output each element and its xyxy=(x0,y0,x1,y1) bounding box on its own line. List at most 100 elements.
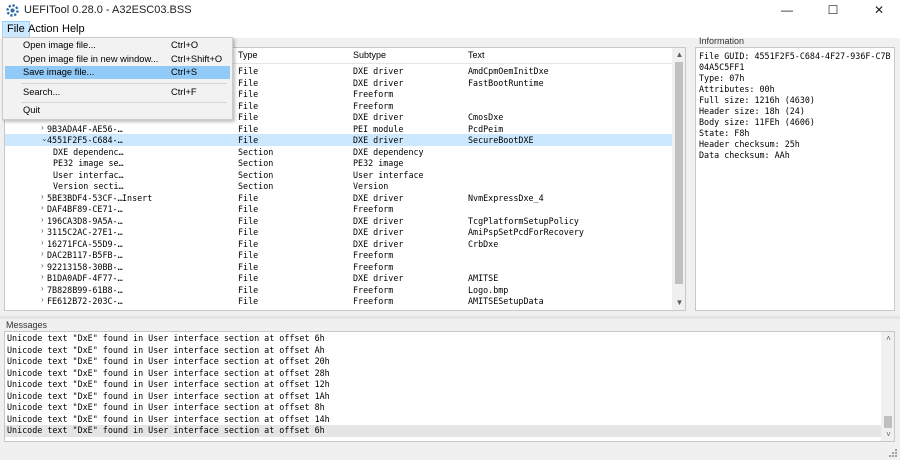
maximize-button[interactable]: ☐ xyxy=(810,0,856,21)
status-bar xyxy=(0,446,900,460)
tree-scroll-thumb[interactable] xyxy=(675,62,683,284)
message-row[interactable]: Unicode text "DxE" found in User interfa… xyxy=(5,356,882,368)
tree-expander-icon[interactable]: › xyxy=(41,272,44,281)
message-row[interactable]: Unicode text "DxE" found in User interfa… xyxy=(5,379,882,391)
message-row[interactable]: Unicode text "DxE" found in User interfa… xyxy=(5,368,882,380)
tree-cell-type: File xyxy=(238,296,259,306)
message-row[interactable]: Unicode text "DxE" found in User interfa… xyxy=(5,345,882,357)
information-text: File GUID: 4551F2F5-C684-4F27-936F-C7B04… xyxy=(699,51,891,160)
tree-cell-name: Version secti… xyxy=(53,181,124,191)
tree-cell-type: File xyxy=(238,284,259,295)
tree-row[interactable]: › 9B3ADA4F-AE56-… File PEI module PcdPeim xyxy=(5,123,673,135)
tree-row[interactable]: › 196CA3D8-9A5A-… File DXE driver TcgPlatfor… xyxy=(5,215,673,227)
tree-cell-subtype: PE32 image xyxy=(353,158,404,168)
tree-row[interactable]: › 7B828B99-61B8-… File Freeform Logo.bmp xyxy=(5,284,673,296)
tree-cell-subtype: DXE driver xyxy=(353,192,404,203)
menu-separator xyxy=(21,83,227,84)
panel-splitter[interactable] xyxy=(0,316,900,319)
messages-scroll-thumb[interactable] xyxy=(884,416,892,428)
tree-cell-subtype: Freeform xyxy=(353,204,394,214)
close-button[interactable]: ✕ xyxy=(856,0,900,21)
menu-item-open-image[interactable]: Open image file... Ctrl+O xyxy=(5,39,230,52)
tree-expander-icon[interactable]: › xyxy=(41,238,44,247)
tree-cell-subtype: Version xyxy=(353,181,389,191)
scroll-down-icon[interactable]: ˅ xyxy=(881,428,894,441)
tree-row[interactable]: › DAC2B117-B5FB-… File Freeform xyxy=(5,249,673,261)
messages-list[interactable]: Unicode text "DxE" found in User interfa… xyxy=(4,331,895,442)
scroll-up-icon[interactable]: ˄ xyxy=(881,332,894,345)
tree-cell-name: 3115C2AC-27E1-… xyxy=(47,227,123,237)
tree-scrollbar[interactable]: ▲ ▼ xyxy=(672,48,685,310)
scroll-up-icon[interactable]: ▲ xyxy=(672,48,685,61)
menu-item-quit[interactable]: Quit xyxy=(5,104,230,117)
menu-item-label: Save image file... xyxy=(23,67,95,77)
tree-cell-name: DXE dependenc… xyxy=(53,146,124,157)
minimize-button[interactable]: — xyxy=(764,0,810,21)
column-header-text[interactable]: Text xyxy=(468,50,485,60)
resize-grip-icon[interactable] xyxy=(888,448,898,458)
tree-cell-name: 4551F2F5-C684-… xyxy=(47,135,123,145)
message-row[interactable]: Unicode text "DxE" found in User interfa… xyxy=(5,414,882,426)
tree-row[interactable]: PE32 image se… Section PE32 image xyxy=(5,157,673,169)
menu-item-shortcut: Ctrl+S xyxy=(171,67,198,77)
tree-expander-icon[interactable]: › xyxy=(41,261,44,270)
tree-cell-name: FE612B72-203C-… xyxy=(47,296,123,306)
tree-cell-type: File xyxy=(238,123,259,134)
tree-row[interactable]: › B1DA0ADF-4F77-… File DXE driver AMITSE xyxy=(5,272,673,284)
message-row[interactable]: Unicode text "DxE" found in User interfa… xyxy=(5,425,882,437)
tree-cell-type: File xyxy=(238,66,259,76)
menu-item-shortcut: Ctrl+Shift+O xyxy=(171,54,223,64)
tree-expander-icon[interactable]: › xyxy=(41,295,44,304)
tree-cell-subtype: DXE driver xyxy=(353,77,404,88)
tree-cell-text: AmdCpmOemInitDxe xyxy=(468,66,549,76)
tree-cell-action: Insert xyxy=(122,192,153,203)
tree-cell-subtype: Freeform xyxy=(353,296,394,306)
tree-row[interactable]: › DAF4BF89-CE71-… File Freeform xyxy=(5,203,673,215)
tree-cell-name: 16271FCA-55D9-… xyxy=(47,238,123,249)
tree-cell-type: File xyxy=(238,261,259,272)
menu-bar: File Action Help xyxy=(0,21,900,38)
tree-cell-type: File xyxy=(238,135,259,145)
menu-item-search[interactable]: Search... Ctrl+F xyxy=(5,86,230,99)
menu-help[interactable]: Help xyxy=(58,21,89,38)
messages-scrollbar[interactable]: ˄ ˅ xyxy=(881,332,894,441)
tree-cell-type: Section xyxy=(238,146,274,157)
tree-cell-name: B1DA0ADF-4F77-… xyxy=(47,273,123,283)
tree-row[interactable]: ⌄ 4551F2F5-C684-… File DXE driver SecureBoot… xyxy=(5,134,673,146)
menu-item-shortcut: Ctrl+F xyxy=(171,87,197,97)
app-icon xyxy=(6,4,19,17)
tree-cell-subtype: Freeform xyxy=(353,261,394,272)
message-row[interactable]: Unicode text "DxE" found in User interfa… xyxy=(5,333,882,345)
tree-cell-type: File xyxy=(238,100,259,111)
tree-cell-type: File xyxy=(238,204,259,214)
tree-row[interactable]: › FE612B72-203C-… File Freeform AMITSESetupD… xyxy=(5,295,673,307)
tree-cell-name: 5BE3BDF4-53CF-… xyxy=(47,192,123,203)
tree-expander-icon[interactable]: › xyxy=(41,192,44,201)
tree-row[interactable]: › 3115C2AC-27E1-… File DXE driver AmiPspSetP… xyxy=(5,226,673,238)
tree-expander-icon[interactable]: › xyxy=(41,123,44,132)
menu-action[interactable]: Action xyxy=(24,21,63,38)
tree-expander-icon[interactable]: › xyxy=(41,203,44,212)
tree-row[interactable]: User interfac… Section User interface xyxy=(5,169,673,181)
menu-item-label: Quit xyxy=(23,105,41,115)
menu-item-save-image[interactable]: Save image file... Ctrl+S xyxy=(5,66,230,79)
tree-cell-subtype: Freeform xyxy=(353,250,394,260)
tree-expander-icon[interactable]: › xyxy=(41,284,44,293)
tree-expander-icon[interactable]: › xyxy=(41,249,44,258)
menu-item-open-new-window[interactable]: Open image file in new window... Ctrl+Sh… xyxy=(5,53,230,66)
message-row[interactable]: Unicode text "DxE" found in User interfa… xyxy=(5,391,882,403)
tree-row[interactable]: › 92213158-30BB-… File Freeform xyxy=(5,261,673,273)
tree-row[interactable]: Version secti… Section Version xyxy=(5,180,673,192)
tree-cell-type: File xyxy=(238,192,259,203)
message-row[interactable]: Unicode text "DxE" found in User interfa… xyxy=(5,402,882,414)
tree-cell-subtype: User interface xyxy=(353,169,424,180)
column-header-type[interactable]: Type xyxy=(238,50,258,60)
tree-row[interactable]: › 16271FCA-55D9-… File DXE driver CrbDxe xyxy=(5,238,673,250)
tree-cell-subtype: Freeform xyxy=(353,100,394,111)
tree-row[interactable]: › 5BE3BDF4-53CF-… Insert File DXE driver NvmE… xyxy=(5,192,673,204)
tree-expander-icon[interactable]: › xyxy=(41,215,44,224)
scroll-down-icon[interactable]: ▼ xyxy=(672,296,685,309)
tree-expander-icon[interactable]: › xyxy=(41,226,44,235)
tree-row[interactable]: DXE dependenc… Section DXE dependency xyxy=(5,146,673,158)
column-header-subtype[interactable]: Subtype xyxy=(353,50,386,60)
